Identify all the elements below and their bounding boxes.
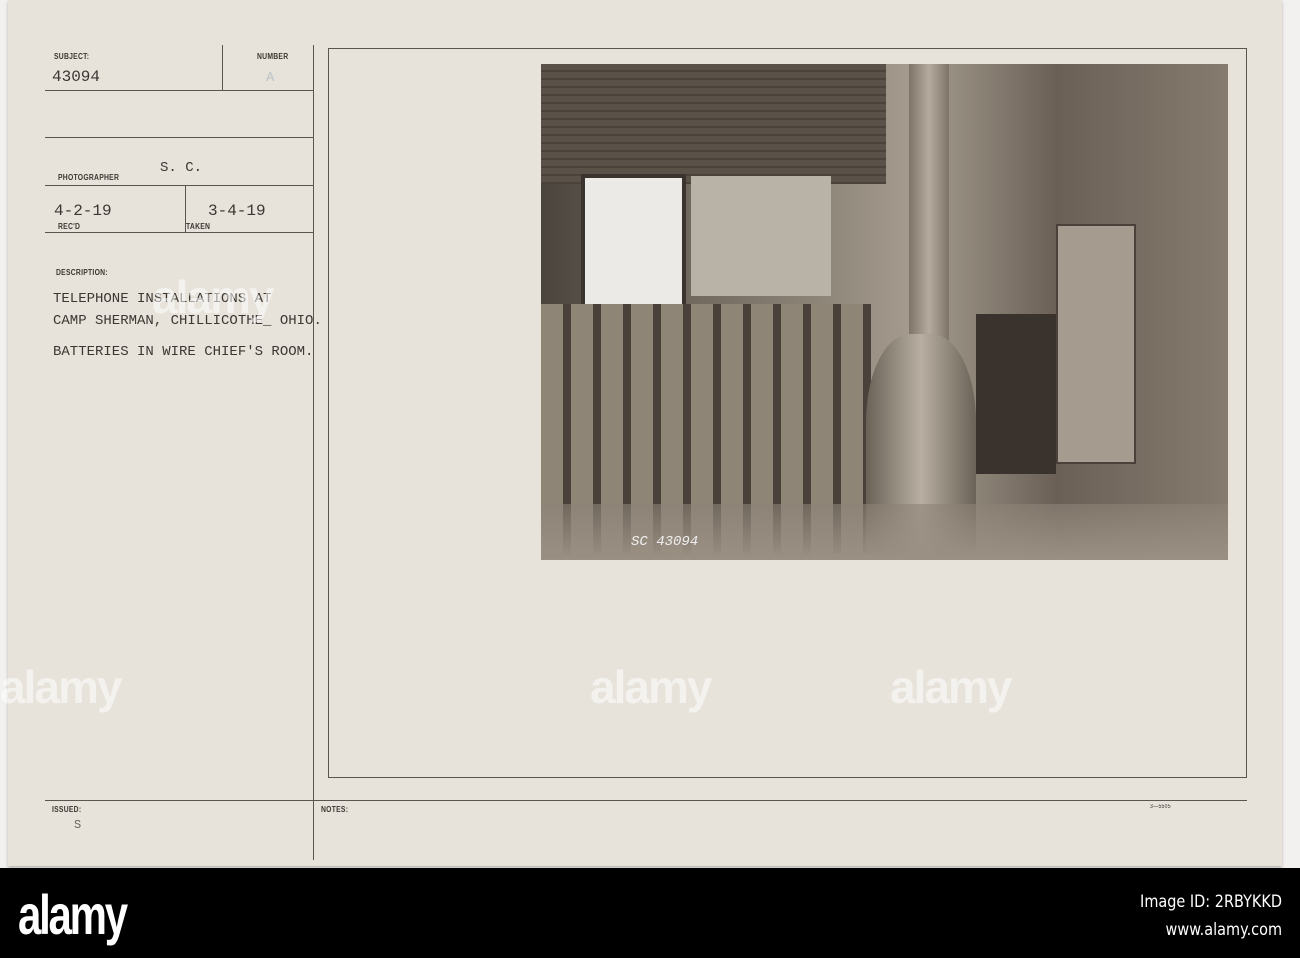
footer-bar: alamy Image ID: 2RBYKKD www.alamy.com	[0, 868, 1300, 958]
number-value: A	[266, 70, 275, 86]
photographer-label: PHOTOGRAPHER	[58, 173, 120, 182]
photo-annotation: SC 43094	[631, 534, 699, 550]
subject-label: SUBJECT:	[54, 52, 90, 61]
image-id: Image ID: 2RBYKKD	[1140, 892, 1282, 912]
number-label: NUMBER	[257, 52, 289, 61]
watermark: alamy	[590, 661, 712, 713]
watermark: alamy	[152, 271, 274, 323]
taken-label: TAKEN	[186, 222, 211, 231]
subject-value: 43094	[52, 68, 101, 86]
recd-label: REC'D	[58, 222, 81, 231]
alamy-logo: alamy	[18, 883, 128, 946]
description-label: DESCRIPTION:	[56, 268, 108, 277]
notes-label: NOTES:	[321, 805, 349, 814]
watermark: alamy	[0, 661, 122, 713]
photographer-value: S. C.	[160, 160, 203, 176]
recd-value: 4-2-19	[54, 202, 112, 220]
taken-value: 3-4-19	[208, 202, 266, 220]
website-link[interactable]: www.alamy.com	[1166, 920, 1282, 940]
description-line: BATTERIES IN WIRE CHIEF'S ROOM.	[53, 344, 314, 360]
issued-value: S	[74, 818, 82, 832]
issued-label: ISSUED:	[52, 805, 82, 814]
form-number: 3—5505	[1150, 804, 1171, 810]
watermark: alamy	[890, 661, 1012, 713]
photograph-battery-room: SC 43094	[541, 64, 1228, 560]
